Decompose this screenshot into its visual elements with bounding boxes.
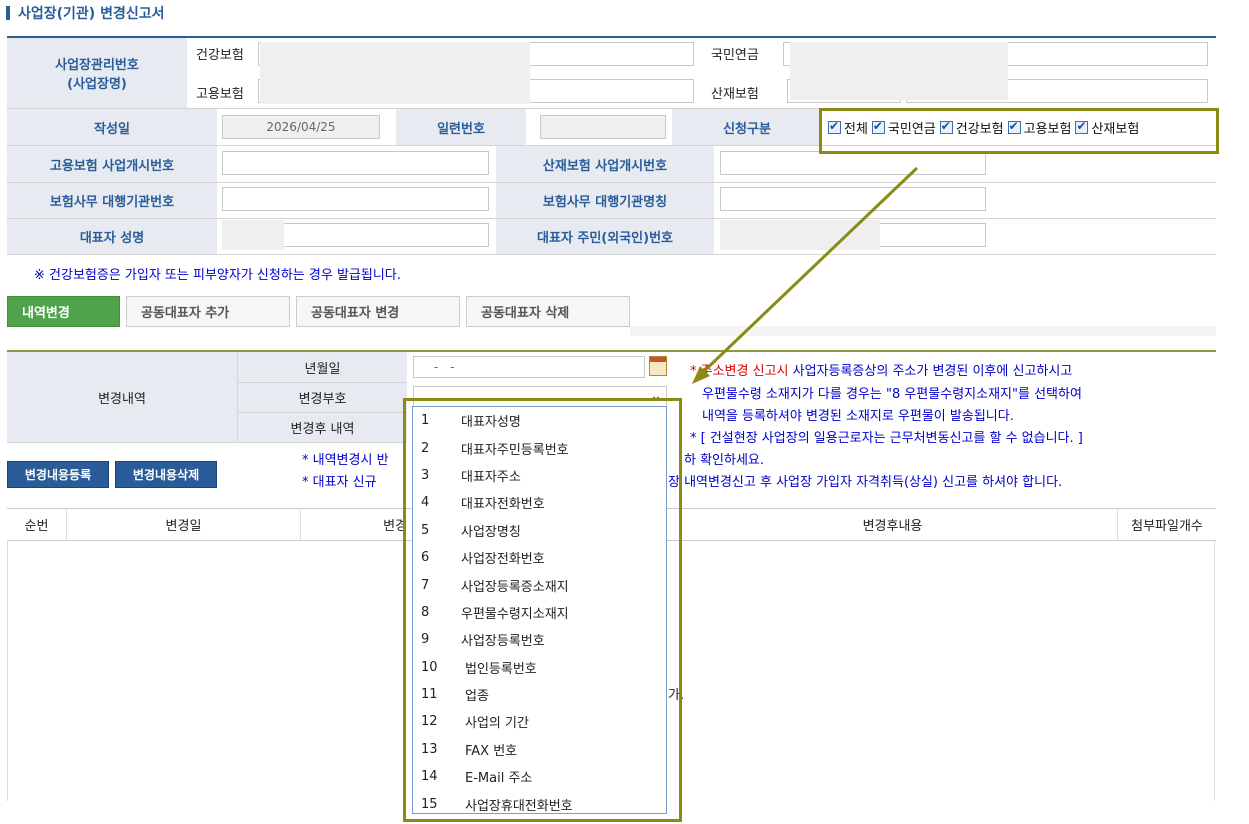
callout-arrow xyxy=(692,166,919,384)
arrow-line xyxy=(698,166,919,377)
